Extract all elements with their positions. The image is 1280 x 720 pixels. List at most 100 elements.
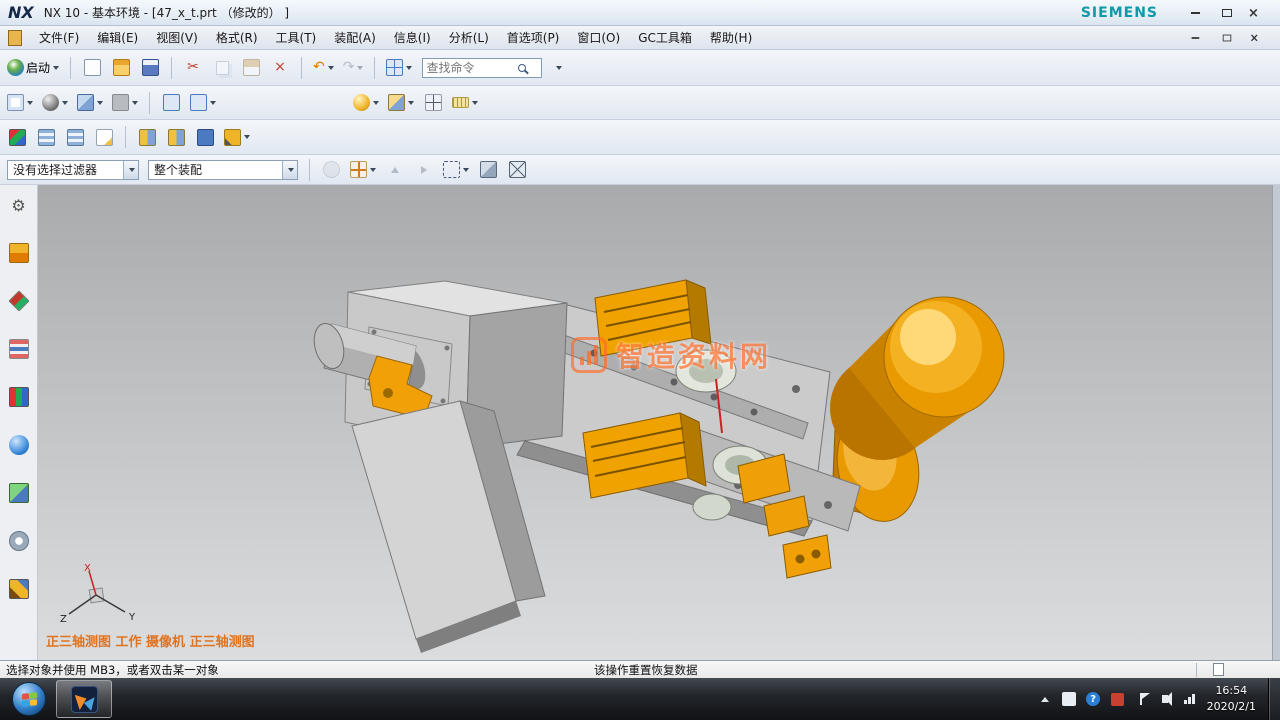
window-layout-button[interactable] [383, 55, 415, 81]
window-controls: × [1184, 5, 1270, 21]
shaded-select-button[interactable] [475, 157, 501, 183]
ruler-icon [452, 97, 469, 108]
doc-restore-button[interactable] [1218, 31, 1237, 45]
help-tray-button[interactable]: ? [1086, 692, 1101, 707]
true-shading-button[interactable] [350, 90, 382, 116]
combo-dropdown-button[interactable] [282, 161, 297, 179]
command-search-input[interactable] [426, 61, 518, 75]
measure-distance-button[interactable] [449, 90, 481, 116]
datum-csys-button[interactable] [4, 124, 30, 150]
menu-help[interactable]: 帮助(H) [701, 26, 761, 49]
edit-object-display-button[interactable] [221, 124, 253, 150]
combo-dropdown-button[interactable] [123, 161, 138, 179]
system-materials-icon[interactable] [9, 579, 29, 599]
paste-button[interactable] [238, 55, 264, 81]
doc-minimize-button[interactable] [1186, 31, 1205, 45]
menu-information[interactable]: 信息(I) [385, 26, 440, 49]
screen-layout-button[interactable] [4, 90, 36, 116]
part-navigator-icon[interactable] [8, 290, 29, 311]
undo-button[interactable]: ↶ [310, 55, 337, 81]
wireframe-select-button[interactable] [504, 157, 530, 183]
edit-section-button[interactable] [385, 90, 417, 116]
window-resize-gutter[interactable] [1272, 185, 1280, 660]
menu-gc-toolbox[interactable]: GC工具箱 [629, 26, 701, 49]
toolbar-separator [374, 57, 375, 79]
security-tray-button[interactable] [1110, 692, 1125, 707]
layer-settings-button[interactable] [33, 124, 59, 150]
cad-model[interactable] [38, 185, 1272, 660]
move-component-button[interactable] [163, 124, 189, 150]
taskbar-nx-app[interactable] [56, 680, 112, 718]
network-button[interactable] [1182, 692, 1197, 707]
toolbar-separator [149, 92, 150, 114]
add-component-button[interactable] [134, 124, 160, 150]
background-button[interactable] [109, 90, 141, 116]
history-clock-icon[interactable] [9, 531, 29, 551]
save-button[interactable] [137, 55, 163, 81]
action-center-button[interactable] [1134, 692, 1149, 707]
menu-format[interactable]: 格式(R) [207, 26, 267, 49]
orient-view-button[interactable] [39, 90, 71, 116]
csys-axes-icon [9, 129, 26, 146]
orientation-triad[interactable]: X Z Y [56, 562, 142, 626]
caret-down-icon [53, 66, 59, 70]
rectangle-select-button[interactable] [440, 157, 472, 183]
minimize-button[interactable] [1184, 5, 1206, 21]
preferences-gear-icon[interactable]: ⚙ [9, 195, 29, 215]
menu-analysis[interactable]: 分析(L) [440, 26, 498, 49]
title-bar[interactable]: NX NX 10 - 基本环境 - [47_x_t.prt （修改的） ] SI… [0, 0, 1280, 26]
snap-chain-button[interactable] [318, 157, 344, 183]
layer-visible-button[interactable] [62, 124, 88, 150]
start-menu-button[interactable]: 启动 [4, 55, 62, 81]
selection-scope-combo[interactable]: 整个装配 [148, 160, 298, 180]
rendering-style-button[interactable] [74, 90, 106, 116]
snap-point-button[interactable] [420, 90, 446, 116]
network-bars-icon [1184, 694, 1195, 704]
orient-wcs-button[interactable] [158, 90, 184, 116]
delete-button[interactable]: × [267, 55, 293, 81]
search-options-button[interactable] [545, 55, 571, 81]
select-next-button[interactable] [411, 157, 437, 183]
constraint-navigator-icon[interactable] [9, 339, 29, 359]
reuse-library-icon[interactable] [9, 387, 29, 407]
show-desktop-button[interactable] [1268, 678, 1280, 720]
menu-edit[interactable]: 编辑(E) [88, 26, 147, 49]
ime-indicator[interactable] [1062, 692, 1077, 707]
start-button[interactable] [12, 682, 46, 716]
redo-button[interactable]: ↷ [340, 55, 367, 81]
assemblies-toolbar [0, 120, 1280, 155]
selection-filter-combo[interactable]: 没有选择过滤器 [7, 160, 139, 180]
menu-preferences[interactable]: 首选项(P) [498, 26, 569, 49]
pattern-component-button[interactable] [91, 124, 117, 150]
highlight-select-button[interactable] [347, 157, 379, 183]
select-up-button[interactable] [382, 157, 408, 183]
antivirus-icon [1111, 693, 1124, 706]
cut-button[interactable]: ✂ [180, 55, 206, 81]
menu-tools[interactable]: 工具(T) [267, 26, 326, 49]
assembly-constraints-button[interactable] [192, 124, 218, 150]
model-part-detached-cylinder[interactable] [830, 297, 1004, 460]
alerts-page-icon[interactable] [1213, 663, 1224, 676]
hidden-icons-button[interactable] [1038, 692, 1053, 707]
new-file-icon [84, 59, 101, 76]
doc-close-button[interactable]: × [1250, 31, 1269, 45]
close-button[interactable]: × [1248, 5, 1270, 21]
orient-absolute-button[interactable] [187, 90, 219, 116]
open-file-button[interactable] [108, 55, 134, 81]
role-palette-icon[interactable] [9, 243, 29, 263]
menu-assemblies[interactable]: 装配(A) [325, 26, 385, 49]
menu-view[interactable]: 视图(V) [147, 26, 207, 49]
taskbar-clock[interactable]: 16:54 2020/2/1 [1207, 683, 1256, 715]
volume-button[interactable] [1158, 692, 1173, 707]
web-browser-icon[interactable] [9, 435, 29, 455]
layers-icon [67, 129, 84, 146]
menu-file[interactable]: 文件(F) [30, 26, 88, 49]
selection-filter-value: 没有选择过滤器 [8, 161, 123, 178]
status-message: 选择对象并使用 MB3，或者双击某一对象 [6, 662, 219, 678]
graphics-window[interactable]: 智造资料网 X Z Y 正三轴测图 工作 摄像机 正三轴测图 [38, 185, 1272, 660]
new-file-button[interactable] [79, 55, 105, 81]
window-manager-icon[interactable] [9, 483, 29, 503]
copy-button[interactable] [209, 55, 235, 81]
maximize-button[interactable] [1216, 5, 1238, 21]
menu-window[interactable]: 窗口(O) [568, 26, 629, 49]
